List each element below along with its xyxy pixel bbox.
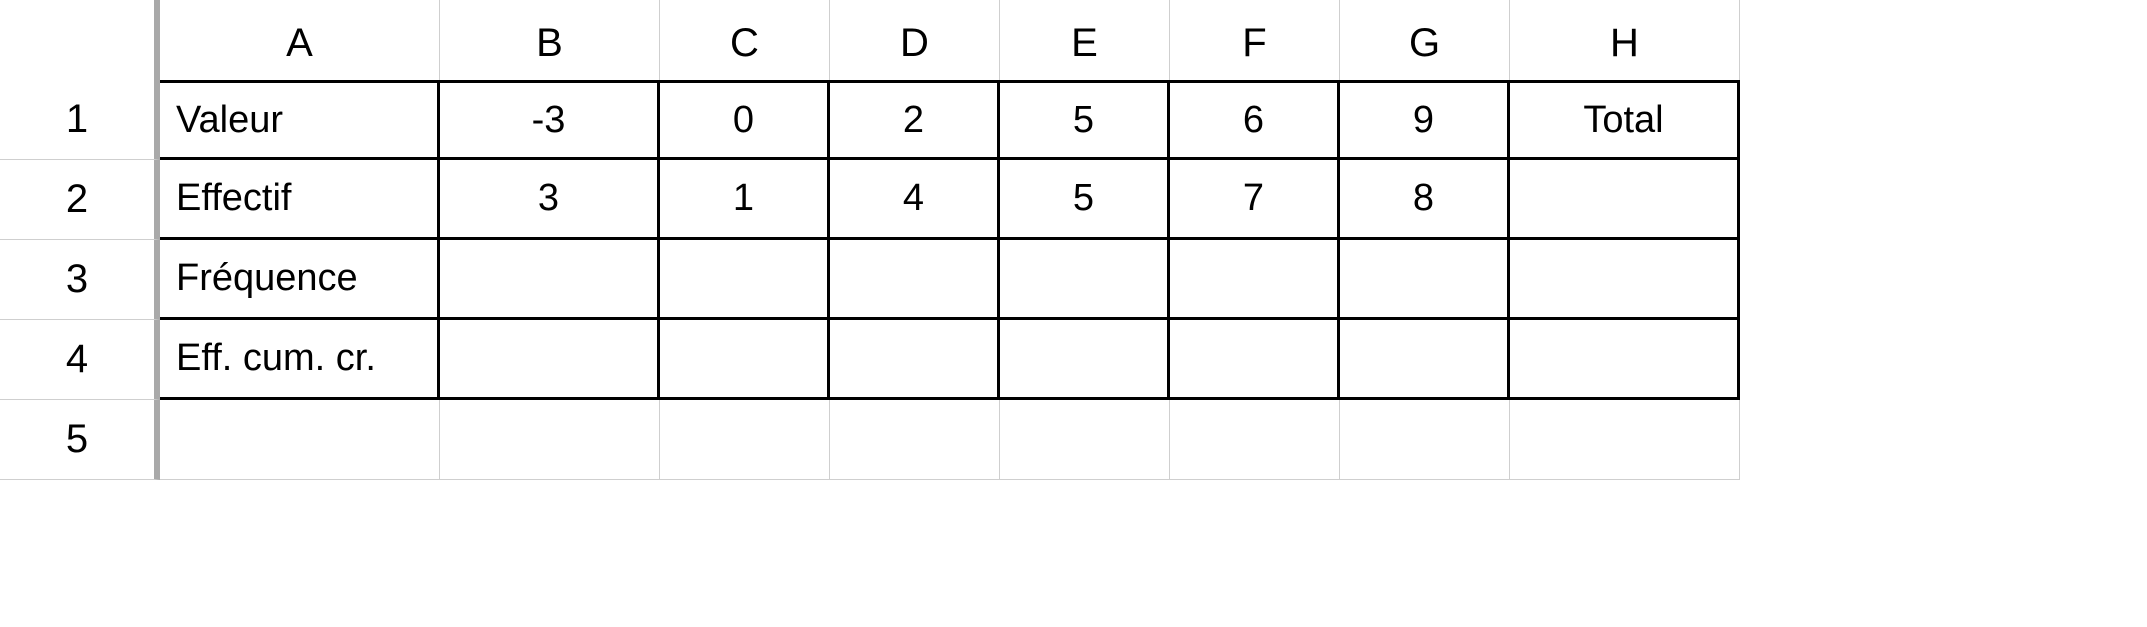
cell-F5[interactable] [1170,400,1340,480]
cell-C2[interactable]: 1 [660,160,830,240]
cell-C5[interactable] [660,400,830,480]
cell-A1[interactable]: Valeur [160,80,440,160]
cell-B1[interactable]: -3 [440,80,660,160]
cell-G2[interactable]: 8 [1340,160,1510,240]
cell-G1[interactable]: 9 [1340,80,1510,160]
cell-E1[interactable]: 5 [1000,80,1170,160]
cell-B5[interactable] [440,400,660,480]
col-header-C[interactable]: C [660,0,830,90]
cell-G3[interactable] [1340,240,1510,320]
cell-E3[interactable] [1000,240,1170,320]
cell-H5[interactable] [1510,400,1740,480]
cell-D1[interactable]: 2 [830,80,1000,160]
row-header-3[interactable]: 3 [0,240,160,320]
cell-F1[interactable]: 6 [1170,80,1340,160]
cell-E5[interactable] [1000,400,1170,480]
cell-A4[interactable]: Eff. cum. cr. [160,320,440,400]
col-header-H[interactable]: H [1510,0,1740,90]
select-all-corner[interactable] [0,0,160,90]
row-header-2[interactable]: 2 [0,160,160,240]
cell-D2[interactable]: 4 [830,160,1000,240]
cell-F2[interactable]: 7 [1170,160,1340,240]
cell-H3[interactable] [1510,240,1740,320]
cell-A5[interactable] [160,400,440,480]
cell-G5[interactable] [1340,400,1510,480]
cell-B2[interactable]: 3 [440,160,660,240]
cell-C1[interactable]: 0 [660,80,830,160]
cell-D5[interactable] [830,400,1000,480]
cell-B3[interactable] [440,240,660,320]
col-header-A[interactable]: A [160,0,440,90]
col-header-E[interactable]: E [1000,0,1170,90]
cell-C4[interactable] [660,320,830,400]
cell-H1[interactable]: Total [1510,80,1740,160]
col-header-F[interactable]: F [1170,0,1340,90]
cell-A2[interactable]: Effectif [160,160,440,240]
row-header-1[interactable]: 1 [0,80,160,160]
cell-F4[interactable] [1170,320,1340,400]
col-header-B[interactable]: B [440,0,660,90]
spreadsheet-grid[interactable]: A B C D E F G H 1 Valeur -3 0 2 5 6 9 To… [0,0,2147,480]
row-header-5[interactable]: 5 [0,400,160,480]
cell-E4[interactable] [1000,320,1170,400]
col-header-G[interactable]: G [1340,0,1510,90]
cell-A3[interactable]: Fréquence [160,240,440,320]
cell-C3[interactable] [660,240,830,320]
cell-H2[interactable] [1510,160,1740,240]
cell-D4[interactable] [830,320,1000,400]
cell-D3[interactable] [830,240,1000,320]
cell-E2[interactable]: 5 [1000,160,1170,240]
row-header-4[interactable]: 4 [0,320,160,400]
cell-G4[interactable] [1340,320,1510,400]
cell-F3[interactable] [1170,240,1340,320]
cell-B4[interactable] [440,320,660,400]
cell-H4[interactable] [1510,320,1740,400]
col-header-D[interactable]: D [830,0,1000,90]
